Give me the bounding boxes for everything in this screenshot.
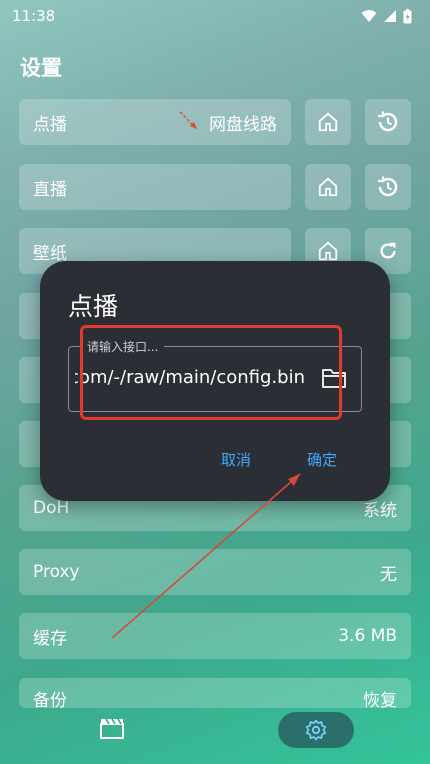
history-button-live[interactable]: [365, 164, 411, 210]
row-value: 3.6 MB: [338, 626, 397, 646]
page-title: 设置: [20, 56, 62, 80]
bottom-navigation: [0, 700, 430, 764]
settings-row-proxy[interactable]: Proxy 无: [19, 549, 411, 595]
row-label: 壁纸: [33, 243, 67, 264]
row-label: Proxy: [33, 562, 80, 582]
dialog-title: 点播: [68, 292, 119, 321]
home-icon: [318, 177, 338, 197]
row-value: 网盘线路: [209, 114, 277, 135]
clapperboard-icon: [100, 718, 124, 739]
row-label: 点播: [33, 114, 67, 135]
status-time: 11:38: [12, 7, 56, 25]
row-label: 直播: [33, 179, 67, 200]
signal-icon: [384, 10, 396, 22]
wifi-icon: [361, 10, 377, 22]
battery-icon: [403, 8, 412, 23]
row-label: 缓存: [33, 628, 67, 649]
history-icon: [378, 111, 398, 132]
nav-settings-button[interactable]: [278, 712, 354, 748]
home-icon: [318, 112, 338, 132]
home-icon: [318, 241, 338, 261]
status-bar: 11:38: [0, 0, 430, 32]
refresh-icon: [380, 242, 396, 259]
home-button-live[interactable]: [305, 164, 351, 210]
row-label: DoH: [33, 498, 70, 518]
annotation-highlight-box: [80, 325, 342, 420]
settings-row-cache[interactable]: 缓存 3.6 MB: [19, 613, 411, 659]
settings-row-vod[interactable]: 点播 网盘线路: [19, 99, 291, 145]
history-button-vod[interactable]: [365, 99, 411, 145]
cancel-button[interactable]: 取消: [221, 449, 251, 470]
home-button-vod[interactable]: [305, 99, 351, 145]
confirm-button[interactable]: 确定: [307, 449, 337, 470]
settings-row-live[interactable]: 直播: [19, 164, 291, 210]
row-value: 无: [380, 564, 397, 585]
history-icon: [378, 176, 398, 197]
nav-vod-button[interactable]: [98, 716, 126, 744]
status-icons: [361, 8, 412, 24]
gear-icon: [305, 719, 327, 741]
